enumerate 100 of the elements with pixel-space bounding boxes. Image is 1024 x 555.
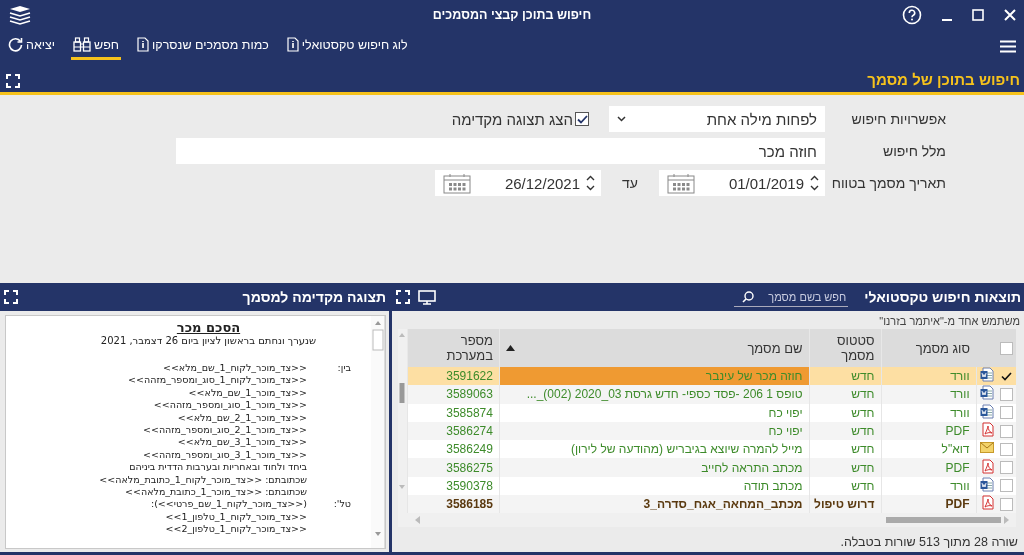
help-icon[interactable] [902, 5, 922, 25]
row-checkbox[interactable] [1000, 461, 1013, 475]
column-header[interactable]: מספר במערכת [407, 329, 500, 367]
table-cell: חדש [809, 403, 881, 422]
refresh-icon [8, 37, 23, 52]
word-document-icon [980, 385, 994, 401]
table-cell: חדש [809, 421, 881, 441]
row-checkbox[interactable] [1000, 442, 1013, 456]
field-label: אפשרויות חיפוש [850, 111, 947, 127]
table-cell: חוזה מכר של עינבר [499, 367, 809, 386]
select-all-checkbox[interactable] [1000, 341, 1013, 355]
sort-ascending-icon[interactable] [505, 345, 515, 351]
checkmark-icon [1001, 371, 1012, 381]
expand-icon[interactable] [4, 290, 18, 304]
window-title: חיפוש בתוכן קבצי המסמכים [432, 8, 592, 22]
document-text: <<צד_מוכר_1_3_שם_מלא>> [177, 436, 307, 449]
table-cell: דרוש טיפול [809, 495, 881, 514]
checkbox-label: הצג תצוגה מקדימה [451, 110, 573, 128]
document-text: <<צד_מוכר_1_2_סוג_ומספר_מזהה>> [143, 424, 307, 437]
table-cell: 3591622 [407, 367, 500, 386]
checkbox[interactable] [575, 112, 589, 126]
app-logo-icon [8, 5, 32, 25]
toolbar-button[interactable]: חפש [71, 32, 122, 60]
table-cell: מכתב התראה לחייב [499, 458, 809, 477]
document-text: ביחד ולחוד ובאחריות ובערבות הדדית ביניהם [129, 461, 307, 474]
table-cell: חדש [809, 367, 881, 386]
toolbar-button[interactable]: לוג חיפוש טקסטואלי [284, 32, 410, 60]
toolbar-button[interactable]: יציאה [6, 32, 58, 60]
toolbar-button[interactable]: כמות מסמכים שנסרקו [135, 32, 271, 60]
calendar-icon[interactable] [667, 172, 695, 194]
document-info-icon [137, 37, 150, 52]
expand-icon[interactable] [6, 74, 20, 88]
document-subtitle: שנערך ונחתם בראשון לציון ביום 26 דצמבר, 2021 [99, 335, 317, 346]
table-cell: מכתב_המחאה_אגח_סדרה_3 [499, 495, 809, 514]
maximize-icon[interactable] [972, 9, 984, 21]
chevron-down-icon [617, 116, 626, 122]
table-cell: וורד [881, 403, 976, 422]
table-status-text: שורה 28 מתוך 513 שורות בטבלה. [839, 534, 1019, 549]
date-field[interactable]: 01/01/2019 [659, 170, 825, 196]
table-cell: חדש [809, 385, 881, 404]
document-text: <<צד_מוכר_לקוח_1_שם_מלא>> [162, 362, 307, 375]
vertical-scrollbar-drawing[interactable] [398, 331, 407, 491]
row-checkbox[interactable] [1000, 424, 1013, 438]
table-cell: 3586185 [407, 495, 500, 514]
monitor-icon[interactable] [418, 289, 436, 305]
table-cell: וורד [881, 367, 976, 386]
table-cell: PDF [881, 421, 976, 441]
checkmark-icon [576, 114, 588, 124]
document-text: שכתובתם: <<צד_מוכר_לקוח_1_כתובת_מלאה>> [99, 473, 307, 487]
document-text: <<צד_מוכר_לקוח_1_טלפון_2>> [165, 523, 307, 536]
field-label: תאריך מסמך בטווח [830, 175, 947, 191]
spinner-icon [810, 175, 819, 191]
document-text: שכתובתם: <<צד_מוכר_1_כתובת_מלאה>> [125, 486, 307, 499]
date-range-label: עד [621, 175, 639, 191]
column-header[interactable]: סטטוס מסמך [809, 329, 881, 367]
table-cell: 3586275 [407, 458, 500, 477]
row-checkbox[interactable] [1000, 497, 1013, 511]
spinner-icon [586, 175, 595, 191]
document-search-input[interactable]: חפש בשם מסמך [758, 289, 849, 304]
document-text: (<<צד_מוכר_לקוח_1_שם_פרטי>>): [150, 498, 307, 511]
table-cell: 3586274 [407, 421, 500, 441]
panel-title: תוצאות חיפוש טקסטואלי [864, 289, 1021, 305]
search-text-field[interactable]: חוזה מכר [176, 138, 825, 164]
row-checkbox[interactable] [1000, 406, 1013, 420]
envelope-icon [980, 442, 994, 454]
document-text: <<צד_מוכר_1_סוג_ומספר_מזהה>> [153, 399, 307, 412]
document-text: <<צד_מוכר_לקוח_1_טלפון_1>> [165, 510, 307, 524]
table-cell: יפוי כח [499, 421, 809, 441]
expand-icon[interactable] [396, 290, 410, 304]
document-text: בין: [336, 362, 351, 375]
table-cell: וורד [881, 385, 976, 404]
section-title: חיפוש בתוכן של מסמך [867, 71, 1020, 88]
field-label: מלל חיפוש [881, 143, 947, 159]
document-text: <<צד_מוכר_לקוח_1_סוג_ומספר_מזהה>> [128, 374, 307, 387]
row-checkbox[interactable] [1000, 479, 1013, 493]
document-info-icon [286, 37, 299, 52]
document-text: <<צד_מוכר_1_2_שם_מלא>> [177, 411, 307, 425]
calendar-icon[interactable] [443, 172, 471, 194]
document-text: <<צד_מוכר_1_3_סוג_ומספר_מזהה>> [143, 448, 307, 462]
table-cell: 3589063 [407, 385, 500, 404]
document-text: <<צד_מוכר_1_שם_מלא>> [188, 386, 307, 400]
menu-icon[interactable] [1000, 39, 1016, 53]
table-cell: חדש [809, 458, 881, 477]
search-icon [742, 290, 755, 303]
close-icon[interactable] [1004, 9, 1016, 21]
date-field[interactable]: 26/12/2021 [435, 170, 601, 196]
search-options-dropdown[interactable]: לפחות מילה אחת [609, 106, 825, 132]
filter-note: משתמש אחד מ-"איתמר בזרנו" [878, 314, 1021, 329]
row-checkbox[interactable] [1000, 387, 1013, 401]
word-document-icon [980, 367, 994, 383]
panel-title: תצוגה מקדימה למסמך [242, 289, 386, 305]
table-cell: טופס 1 206 -פסד כספי- חדש גרסת 03_2020 (002)_... [499, 385, 809, 404]
table-cell: PDF [881, 495, 976, 514]
document-text: טל': [332, 498, 351, 511]
binoculars-icon [73, 37, 92, 52]
document-title: הסכם מכר [175, 320, 241, 335]
table-cell: יפוי כח [499, 403, 809, 422]
column-header[interactable]: סוג מסמך [881, 329, 976, 367]
table-cell: PDF [881, 458, 976, 477]
column-header[interactable]: שם מסמך [747, 340, 803, 356]
